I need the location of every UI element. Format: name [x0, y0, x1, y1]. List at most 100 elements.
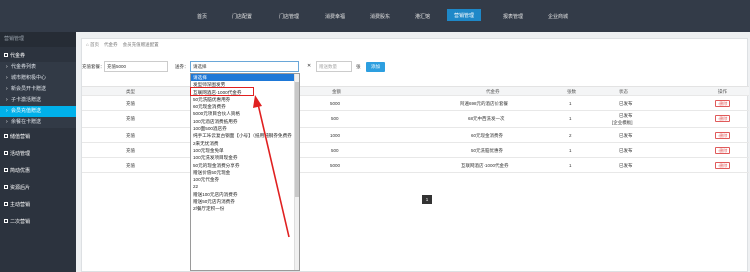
- cell-amount: 5000: [330, 163, 341, 168]
- dropdown-option[interactable]: 50元洗脑优惠用券: [191, 96, 299, 103]
- cell-type: 充值: [126, 101, 135, 106]
- delete-button[interactable]: ▫删除: [715, 147, 731, 154]
- sidebar-item-city-gift[interactable]: › 城市赠积极中心: [0, 73, 76, 84]
- breadcrumb-home[interactable]: 首页: [90, 42, 99, 47]
- delete-label: 删除: [719, 116, 728, 121]
- bullet-icon: ›: [6, 86, 8, 92]
- expand-icon: [4, 133, 8, 138]
- delete-label: 删除: [719, 133, 728, 138]
- home-icon: ⌂: [86, 42, 89, 47]
- table-row: 充值 5000 互联网酒店·1000代金券 1 已发布 ▫删除: [82, 158, 749, 173]
- cell-count: 1: [569, 116, 572, 121]
- coupon-select-label: 送券：: [175, 64, 189, 69]
- table-header: 类型 金额 代金券 张数 状态 操作: [82, 86, 749, 96]
- table-row: 充值 500 50元洗脑优惠券 1 已发布 ▫删除: [82, 143, 749, 158]
- sidebar-group-label: 活动管理: [10, 151, 31, 157]
- dropdown-option[interactable]: 100元洗发项目现金券: [191, 154, 299, 161]
- sidebar-group-active-marketing[interactable]: 主动营销: [0, 200, 76, 211]
- delete-button[interactable]: ▫删除: [715, 162, 731, 169]
- cell-coupon: 互联网酒店·1000代金券: [461, 163, 509, 168]
- dropdown-option[interactable]: 请选择: [191, 74, 299, 82]
- sidebar-group-activity[interactable]: 活动管理: [0, 149, 76, 160]
- cell-coupon: 阿遍698元的酒店价套餐: [460, 101, 509, 106]
- sidebar: 营销管理 代金券 › 代金券列表 › 城市赠积极中心 › 新会员开卡赠送 › 子卡激活赠…: [0, 32, 76, 272]
- sidebar-item-coupon-list[interactable]: › 代金券列表: [0, 62, 76, 73]
- cell-amount: 1000: [330, 133, 341, 138]
- sidebar-item-label: 会员充值赠送: [11, 108, 42, 114]
- dropdown-option[interactable]: 100面500酒店券: [191, 125, 299, 132]
- sidebar-group-label: 二次营销: [10, 219, 31, 225]
- breadcrumb-coupon[interactable]: 代金券: [104, 42, 118, 47]
- sidebar-item-meal-card[interactable]: › 余餐在卡赠送: [0, 117, 76, 128]
- expand-icon: [4, 184, 8, 189]
- sidebar-item-new-member[interactable]: › 新会员开卡赠送: [0, 84, 76, 95]
- recharge-label: 充值套餐：: [82, 64, 105, 69]
- table-row: 充值 500 68元中西洗发一次 1 已发布 [企业模板] ▫删除: [82, 111, 749, 128]
- unit-label: 张: [356, 64, 361, 69]
- expand-icon: [4, 201, 8, 206]
- cell-status: 已发布: [619, 163, 633, 168]
- delete-button[interactable]: ▫删除: [715, 132, 731, 139]
- coupon-table: 类型 金额 代金券 张数 状态 操作 充值 5000 阿遍698元的酒店价套餐 …: [82, 86, 749, 173]
- bullet-icon: ›: [6, 108, 8, 114]
- cell-count: 1: [569, 148, 572, 153]
- coupon-select[interactable]: 请选择: [190, 61, 299, 72]
- dropdown-option[interactable]: 赠送100元店内消费券: [191, 191, 299, 198]
- sidebar-group-resource[interactable]: 资源后片: [0, 183, 76, 194]
- sidebar-group-discount[interactable]: 简动优惠: [0, 166, 76, 177]
- expand-icon: [4, 167, 8, 172]
- nav-store-manage[interactable]: 门店管理: [279, 13, 299, 20]
- quantity-input[interactable]: 赠送数量: [316, 61, 352, 72]
- bullet-icon: ›: [6, 119, 8, 125]
- nav-consume-happiness[interactable]: 消费幸福: [325, 13, 345, 20]
- nav-home[interactable]: 首页: [197, 13, 207, 20]
- delete-button[interactable]: ▫删除: [715, 115, 731, 122]
- recharge-package-input[interactable]: 充值5000: [104, 61, 168, 72]
- bullet-icon: ›: [6, 97, 8, 103]
- dropdown-option[interactable]: 赠送价值50元现金: [191, 169, 299, 176]
- scrollbar-thumb[interactable]: [295, 82, 299, 197]
- cell-type: 充值: [126, 116, 135, 121]
- cell-count: 1: [569, 101, 572, 106]
- dropdown-option[interactable]: 60元现金消费券: [191, 103, 299, 110]
- table-row: 充值 1000 60元现金消费券 2 已发布 ▫删除: [82, 128, 749, 143]
- sidebar-group-label: 主动营销: [10, 202, 31, 208]
- dropdown-option[interactable]: 100元酒店消费抵用券: [191, 118, 299, 125]
- add-button[interactable]: 添加: [366, 62, 385, 72]
- nav-consume-shareholder[interactable]: 消费股东: [370, 13, 390, 20]
- nav-enterprise-mall[interactable]: 企业商城: [548, 13, 568, 20]
- sidebar-group-stored-value[interactable]: 储值营销: [0, 132, 76, 143]
- nav-store-config[interactable]: 门店配置: [232, 13, 252, 20]
- cell-coupon: 60元现金消费券: [471, 133, 504, 138]
- dropdown-option[interactable]: 5000元项目合伙人资格: [191, 110, 299, 117]
- dropdown-option[interactable]: 22: [191, 183, 299, 190]
- times-icon: ✕: [307, 63, 312, 69]
- sidebar-group-secondary-marketing[interactable]: 二次营销: [0, 217, 76, 228]
- delete-button[interactable]: ▫删除: [715, 100, 731, 107]
- sidebar-item-recharge-gift[interactable]: › 会员充值赠送: [0, 106, 76, 117]
- coupon-dropdown-list: 请选择 发型师深图发劳 互联网酒店·1000代金券 50元洗脑优惠用券 60元现…: [190, 73, 300, 271]
- dropdown-scrollbar[interactable]: [294, 74, 299, 270]
- cell-type: 充值: [126, 163, 135, 168]
- cell-coupon: 50元洗脑优惠券: [471, 148, 504, 153]
- nav-marketing[interactable]: 营销管理: [447, 9, 482, 21]
- expand-icon: [4, 150, 8, 155]
- collapse-icon: [4, 52, 8, 57]
- main-panel: ⌂ 首页 代金券 会员充值赠送配置 充值套餐： 充值5000 送券： 请选择 ✕…: [81, 38, 749, 272]
- sidebar-header: 营销管理: [0, 32, 76, 47]
- cell-count: 2: [569, 133, 572, 138]
- sidebar-group-coupon[interactable]: 代金券: [0, 51, 76, 62]
- dropdown-option[interactable]: 100元代金券: [191, 176, 299, 183]
- dropdown-option[interactable]: 赠送50元店内消费券: [191, 198, 299, 205]
- pagination-current[interactable]: 1: [422, 195, 432, 204]
- sidebar-group-label: 代金券: [10, 53, 26, 59]
- dropdown-option[interactable]: 100元现金免单: [191, 147, 299, 154]
- cell-type: 充值: [126, 148, 135, 153]
- dropdown-option[interactable]: 2来无忧消费: [191, 140, 299, 147]
- nav-ganghui[interactable]: 港汇馆: [415, 13, 430, 20]
- dropdown-option[interactable]: 2f餐厅定积一份: [191, 205, 299, 212]
- dropdown-option[interactable]: 50元的现金消费分享券: [191, 162, 299, 169]
- dropdown-option[interactable]: 纯手工咔云复古钢面【小号】（抵用纯钢券免费券（100元以内）: [191, 132, 299, 139]
- nav-reports[interactable]: 报表管理: [503, 13, 523, 20]
- sidebar-item-subcard[interactable]: › 子卡激活赠送: [0, 95, 76, 106]
